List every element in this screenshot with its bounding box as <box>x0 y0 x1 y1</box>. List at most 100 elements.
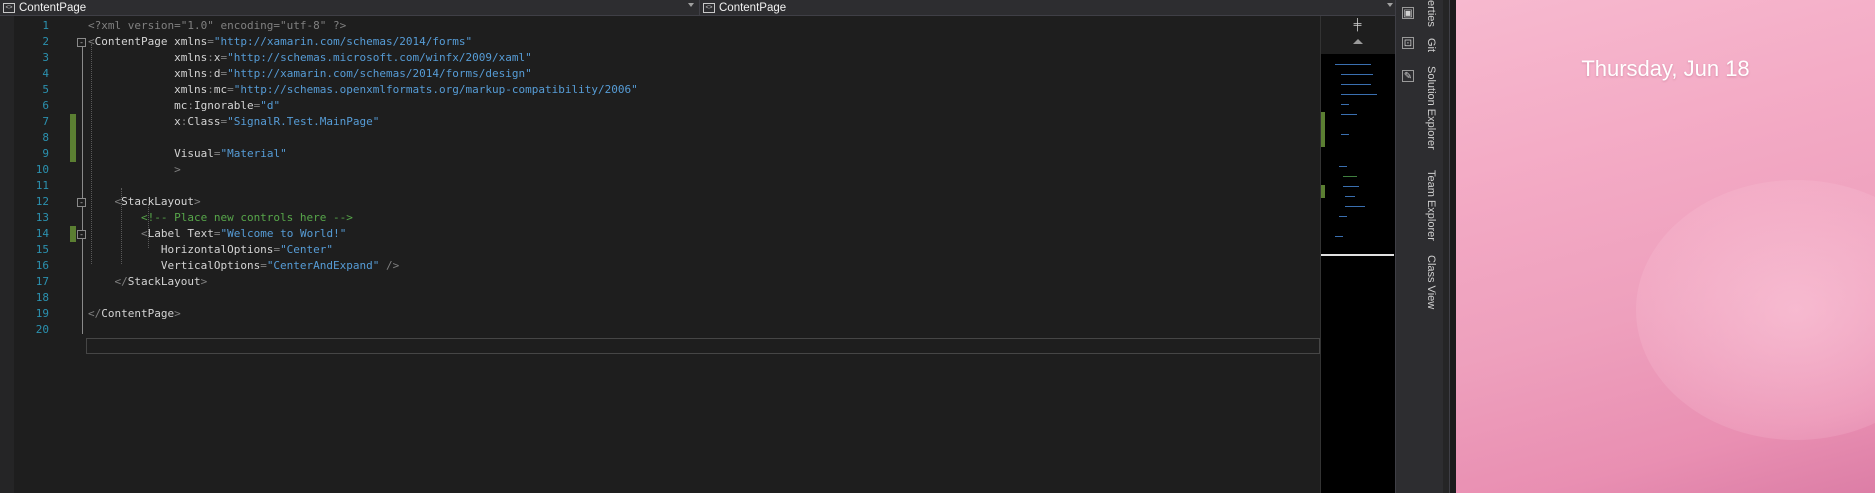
code-token: "http://schemas.openxmlformats.org/marku… <box>233 83 638 96</box>
code-line[interactable]: 3 xmlns:x="http://schemas.microsoft.com/… <box>0 50 1320 66</box>
code-token: = <box>260 259 267 272</box>
code-line[interactable]: 12 - <StackLayout> <box>0 194 1320 210</box>
code-text: VerticalOptions="CenterAndExpand" /> <box>88 258 399 274</box>
line-number: 9 <box>42 147 49 160</box>
tab-properties[interactable]: erties <box>1425 0 1437 27</box>
minimap-line <box>1335 64 1371 65</box>
current-line-highlight <box>86 338 1320 354</box>
code-text: HorizontalOptions="Center" <box>88 242 333 258</box>
code-token: StackLayout <box>127 275 201 288</box>
preview-icon[interactable]: ⊡ <box>1402 37 1414 49</box>
code-token: "Welcome to World!" <box>220 227 347 240</box>
code-token: xmlns <box>174 35 208 48</box>
code-line[interactable]: 1 <?xml version="1.0" encoding="utf-8" ?> <box>0 18 1320 34</box>
minimap-line <box>1345 206 1365 207</box>
pin-icon[interactable]: ▣ <box>1402 7 1414 19</box>
code-token: = <box>207 35 214 48</box>
minimap-viewport[interactable] <box>1321 55 1394 256</box>
code-token: </ <box>88 307 102 320</box>
type-scope-label: ContentPage <box>19 1 87 14</box>
collapse-toggle-icon[interactable]: - <box>77 198 86 207</box>
code-token: "CenterAndExpand" <box>266 259 380 272</box>
code-line[interactable]: 11 <box>0 178 1320 194</box>
code-text: <?xml version="1.0" encoding="utf-8" ?> <box>88 18 346 34</box>
code-line[interactable]: 19 </ContentPage> <box>0 306 1320 322</box>
class-icon: <> <box>703 2 715 13</box>
code-token: > <box>88 163 181 176</box>
code-token: > <box>193 195 201 208</box>
code-token: mc <box>213 83 228 96</box>
emulator-screen[interactable]: Thursday, Jun 18 <box>1456 0 1875 493</box>
code-line[interactable]: 18 <box>0 290 1320 306</box>
code-line[interactable]: 20 <box>0 322 1320 338</box>
split-editor-icon[interactable]: ╪ <box>1352 19 1363 31</box>
code-editor[interactable]: 1 <?xml version="1.0" encoding="utf-8" ?>… <box>0 16 1320 493</box>
code-text: > <box>88 162 181 178</box>
code-token: xmlns <box>88 51 208 64</box>
code-text: Visual="Material" <box>88 146 287 162</box>
code-line[interactable]: 8 <box>0 130 1320 146</box>
minimap-line <box>1341 134 1349 135</box>
line-number: 12 <box>35 195 49 208</box>
minimap-line <box>1345 196 1355 197</box>
line-number: 16 <box>35 259 49 272</box>
collapse-toggle-icon[interactable]: - <box>77 230 86 239</box>
code-line[interactable]: 9 Visual="Material" <box>0 146 1320 162</box>
type-scope-dropdown[interactable]: <> ContentPage <box>0 0 698 15</box>
code-line[interactable]: 14 - <Label Text="Welcome to World!" <box>0 226 1320 242</box>
member-scope-dropdown[interactable]: <> ContentPage <box>700 0 1397 15</box>
code-token: Ignorable <box>193 99 254 112</box>
code-line[interactable]: 4 xmlns:d="http://xamarin.com/schemas/20… <box>0 66 1320 82</box>
chevron-down-icon <box>688 3 694 7</box>
code-line[interactable]: 10 > <box>0 162 1320 178</box>
line-number: 19 <box>35 307 49 320</box>
code-token: Label <box>147 227 188 240</box>
code-line[interactable]: 16 VerticalOptions="CenterAndExpand" /> <box>0 258 1320 274</box>
code-token: = <box>227 83 234 96</box>
code-line[interactable]: 17 </StackLayout> <box>0 274 1320 290</box>
code-token: Class <box>187 115 221 128</box>
tab-team-explorer[interactable]: Team Explorer <box>1425 170 1437 241</box>
line-number: 6 <box>42 99 49 112</box>
minimap-scrollbar[interactable]: ╪ <box>1320 16 1395 493</box>
code-token: StackLayout <box>121 195 194 208</box>
code-line[interactable]: 2 - <ContentPage xmlns="http://xamarin.com… <box>0 34 1320 50</box>
code-line[interactable]: 5 xmlns:mc="http://schemas.openxmlformat… <box>0 82 1320 98</box>
line-number: 20 <box>35 323 49 336</box>
tab-class-view[interactable]: Class View <box>1425 255 1437 309</box>
code-line[interactable]: 7 x:Class="SignalR.Test.MainPage" <box>0 114 1320 130</box>
code-text: xmlns:d="http://xamarin.com/schemas/2014… <box>88 66 532 82</box>
code-line[interactable]: 13 <!-- Place new controls here --> <box>0 210 1320 226</box>
code-token: : <box>187 99 194 112</box>
code-line[interactable]: 15 HorizontalOptions="Center" <box>0 242 1320 258</box>
change-indicator <box>70 226 76 242</box>
code-line[interactable]: 6 mc:Ignorable="d" <box>0 98 1320 114</box>
code-token: "http://schemas.microsoft.com/winfx/2009… <box>227 51 532 64</box>
tab-solution-explorer[interactable]: Solution Explorer <box>1425 66 1437 150</box>
code-token: < <box>88 227 148 240</box>
change-indicator <box>70 114 76 130</box>
tab-git[interactable]: Git <box>1425 38 1437 52</box>
minimap-line <box>1335 236 1343 237</box>
minimap-line <box>1339 216 1347 217</box>
code-token: VerticalOptions <box>88 259 261 272</box>
code-token: : <box>207 51 214 64</box>
code-token: < <box>88 195 122 208</box>
code-token: xmlns <box>88 83 208 96</box>
scroll-up-arrow-icon[interactable] <box>1353 39 1363 44</box>
code-text: <!-- Place new controls here --> <box>88 210 353 226</box>
line-number: 8 <box>42 131 49 144</box>
chevron-down-icon <box>1387 3 1393 7</box>
navigation-bar: <> ContentPage <> ContentPage <box>0 0 1398 16</box>
edit-icon[interactable]: ✎ <box>1402 70 1414 82</box>
collapse-toggle-icon[interactable]: - <box>77 38 86 47</box>
panel-splitter[interactable] <box>1443 0 1450 493</box>
code-token: ContentPage <box>101 307 175 320</box>
code-token: "Material" <box>220 147 287 160</box>
code-token: <!-- Place new controls here --> <box>88 211 353 224</box>
code-text: <StackLayout> <box>88 194 201 210</box>
scrollbar-header: ╪ <box>1321 16 1395 54</box>
line-number: 2 <box>42 35 49 48</box>
line-number: 13 <box>35 211 49 224</box>
minimap-line <box>1339 166 1347 167</box>
